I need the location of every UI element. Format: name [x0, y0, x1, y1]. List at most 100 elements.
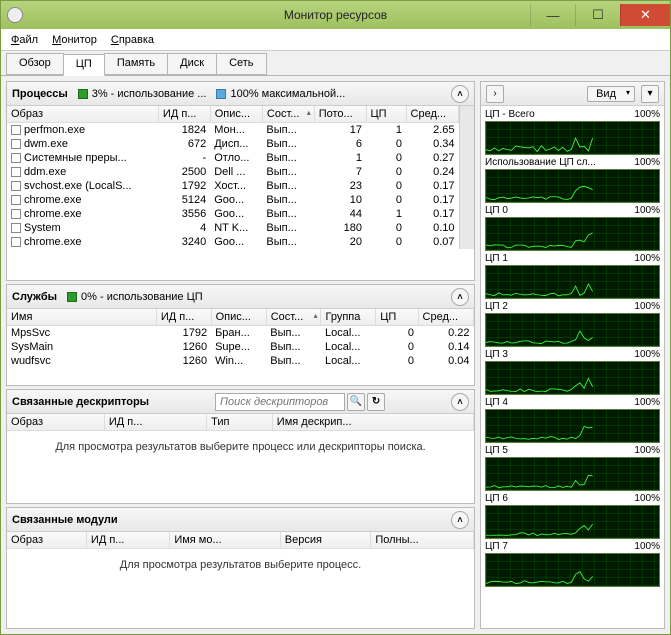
table-row[interactable]: chrome.exe5124Goo...Вып...1000.17: [7, 193, 459, 207]
checkbox[interactable]: [11, 181, 21, 191]
tab-network[interactable]: Сеть: [216, 53, 266, 75]
column-header[interactable]: Имя мо...: [170, 532, 280, 549]
table-row[interactable]: perfmon.exe1824Мон...Вып...1712.65: [7, 123, 459, 138]
column-header[interactable]: Сред...: [418, 309, 473, 326]
graph-label: Использование ЦП сл...: [485, 157, 596, 168]
graph-percent: 100%: [634, 493, 660, 504]
column-header[interactable]: Тип: [207, 414, 273, 431]
handles-title: Связанные дескрипторы: [12, 396, 149, 408]
graphs-sidebar: › Вид ▾ ЦП - Всего 100% Использование ЦП с…: [480, 81, 665, 629]
handles-empty: Для просмотра результатов выберите проце…: [7, 431, 474, 463]
column-header[interactable]: Образ: [7, 414, 104, 431]
tab-memory[interactable]: Память: [104, 53, 168, 75]
column-header[interactable]: Опис...: [210, 106, 262, 123]
checkbox[interactable]: [11, 223, 21, 233]
collapse-handles-icon[interactable]: ˄: [451, 393, 469, 411]
table-row[interactable]: wudfsvc1260Win...Вып...Local...00.04: [7, 354, 474, 368]
view-options-icon[interactable]: ▾: [641, 85, 659, 103]
column-header[interactable]: Сред...: [406, 106, 458, 123]
cpu-max-legend: 100% максимальной...: [216, 88, 345, 100]
column-header[interactable]: ЦП: [366, 106, 406, 123]
modules-table[interactable]: ОбразИД п...Имя мо...ВерсияПолны...: [7, 532, 474, 549]
checkbox[interactable]: [11, 195, 21, 205]
column-header[interactable]: Полны...: [371, 532, 474, 549]
cpu-graph: ЦП 2100%: [485, 300, 660, 347]
menu-file[interactable]: Файл: [11, 34, 38, 46]
table-row[interactable]: svchost.exe (LocalS...1792Хост...Вып...2…: [7, 179, 459, 193]
table-row[interactable]: System4NT K...Вып...18000.10: [7, 221, 459, 235]
handles-table[interactable]: ОбразИД п...ТипИмя дескрип...: [7, 414, 474, 431]
column-header[interactable]: Версия: [280, 532, 371, 549]
maximize-button[interactable]: ☐: [575, 4, 620, 26]
services-legend: 0% - использование ЦП: [67, 291, 203, 303]
table-row[interactable]: ddm.exe2500Dell ...Вып...700.24: [7, 165, 459, 179]
tab-overview[interactable]: Обзор: [6, 53, 64, 75]
processes-table[interactable]: ОбразИД п...Опис...Сост...Пото...ЦПСред.…: [7, 106, 459, 249]
column-header[interactable]: Сост...: [262, 106, 314, 123]
graph-label: ЦП 6: [485, 493, 508, 504]
table-row[interactable]: MpsSvc1792Бран...Вып...Local...00.22: [7, 326, 474, 341]
tab-cpu[interactable]: ЦП: [63, 54, 105, 76]
graph-percent: 100%: [634, 349, 660, 360]
cpu-graph: ЦП 5100%: [485, 444, 660, 491]
checkbox[interactable]: [11, 139, 21, 149]
graph-percent: 100%: [634, 301, 660, 312]
minimize-button[interactable]: —: [530, 4, 575, 26]
column-header[interactable]: ЦП: [376, 309, 418, 326]
table-row[interactable]: Системные преры...-Отло...Вып...100.27: [7, 151, 459, 165]
table-row[interactable]: dwm.exe672Дисп...Вып...600.34: [7, 137, 459, 151]
table-row[interactable]: chrome.exe3240Goo...Вып...2000.07: [7, 235, 459, 249]
column-header[interactable]: Опис...: [211, 309, 266, 326]
cpu-graph: ЦП 4100%: [485, 396, 660, 443]
titlebar[interactable]: Монитор ресурсов — ☐ ✕: [1, 1, 670, 29]
services-table[interactable]: ИмяИД п...Опис...Сост...ГруппаЦПСред... …: [7, 309, 474, 368]
graph-percent: 100%: [634, 253, 660, 264]
graph-percent: 100%: [634, 205, 660, 216]
column-header[interactable]: ИД п...: [104, 414, 206, 431]
scrollbar[interactable]: [459, 106, 474, 249]
expand-graphs-icon[interactable]: ›: [486, 85, 504, 103]
column-header[interactable]: Группа: [321, 309, 376, 326]
graph-label: ЦП - Всего: [485, 109, 535, 120]
column-header[interactable]: Пото...: [314, 106, 366, 123]
cpu-graph: Использование ЦП сл...100%: [485, 156, 660, 203]
column-header[interactable]: ИД п...: [158, 106, 210, 123]
search-icon[interactable]: 🔍: [347, 393, 365, 411]
collapse-services-icon[interactable]: ˄: [451, 288, 469, 306]
services-panel: Службы 0% - использование ЦП ˄ ИмяИД п..…: [6, 284, 475, 386]
column-header[interactable]: ИД п...: [156, 309, 211, 326]
collapse-modules-icon[interactable]: ˄: [451, 511, 469, 529]
column-header[interactable]: Сост...: [266, 309, 321, 326]
graph-label: ЦП 4: [485, 397, 508, 408]
app-window: Монитор ресурсов — ☐ ✕ Файл Монитор Спра…: [0, 0, 671, 635]
table-row[interactable]: chrome.exe3556Goo...Вып...4410.17: [7, 207, 459, 221]
graph-label: ЦП 0: [485, 205, 508, 216]
menubar: Файл Монитор Справка: [1, 29, 670, 51]
column-header[interactable]: Образ: [7, 106, 158, 123]
services-title: Службы: [12, 291, 57, 303]
cpu-graph: ЦП 3100%: [485, 348, 660, 395]
refresh-icon[interactable]: ↻: [367, 393, 385, 411]
column-header[interactable]: ИД п...: [86, 532, 169, 549]
column-header[interactable]: Образ: [7, 532, 86, 549]
graph-percent: 100%: [634, 445, 660, 456]
checkbox[interactable]: [11, 153, 21, 163]
table-row[interactable]: SysMain1260Supe...Вып...Local...00.14: [7, 340, 474, 354]
graph-percent: 100%: [634, 541, 660, 552]
checkbox[interactable]: [11, 125, 21, 135]
graph-label: ЦП 1: [485, 253, 508, 264]
close-button[interactable]: ✕: [620, 4, 670, 26]
search-input[interactable]: [215, 393, 345, 411]
view-dropdown[interactable]: Вид: [587, 86, 635, 102]
column-header[interactable]: Имя дескрип...: [272, 414, 473, 431]
checkbox[interactable]: [11, 237, 21, 247]
menu-monitor[interactable]: Монитор: [52, 34, 97, 46]
handles-panel: Связанные дескрипторы 🔍 ↻ ˄ ОбразИД п...…: [6, 389, 475, 504]
collapse-processes-icon[interactable]: ˄: [451, 85, 469, 103]
checkbox[interactable]: [11, 167, 21, 177]
processes-panel: Процессы 3% - использование ... 100% мак…: [6, 81, 475, 281]
menu-help[interactable]: Справка: [111, 34, 154, 46]
checkbox[interactable]: [11, 209, 21, 219]
tab-disk[interactable]: Диск: [167, 53, 217, 75]
column-header[interactable]: Имя: [7, 309, 156, 326]
